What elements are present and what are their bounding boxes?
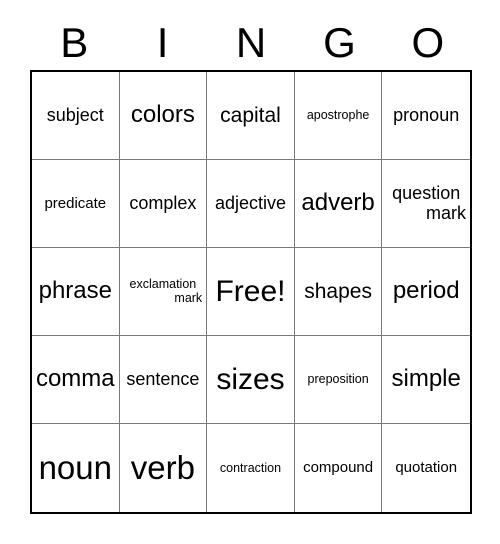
bingo-cell-label: subject	[46, 105, 104, 126]
bingo-cell-preposition[interactable]: preposition	[294, 336, 383, 424]
bingo-cell-label: adverb	[301, 189, 375, 217]
bingo-cell-pronoun[interactable]: pronoun	[382, 72, 470, 160]
bingo-cell-comma[interactable]: comma	[32, 336, 120, 424]
bingo-cell-verb[interactable]: verb	[120, 424, 208, 512]
bingo-cell-label: question mark	[384, 183, 468, 223]
bingo-cell-label: phrase	[38, 277, 112, 305]
bingo-cell-label: comma	[35, 365, 115, 393]
bingo-header-letter-o: O	[411, 19, 445, 66]
bingo-cell-capital[interactable]: capital	[207, 72, 295, 160]
bingo-cell-label: compound	[303, 459, 374, 477]
bingo-cell-question-mark[interactable]: question mark	[382, 160, 470, 248]
bingo-cell-label: period	[392, 277, 460, 305]
bingo-cell-label: predicate	[44, 194, 107, 212]
bingo-cell-label: exclamation mark	[122, 277, 205, 305]
bingo-card: B I N G O subject colors capital apostrophe…	[0, 0, 500, 544]
bingo-cell-label: complex	[129, 193, 197, 214]
bingo-cell-predicate[interactable]: predicate	[32, 160, 120, 248]
bingo-cell-adverb[interactable]: adverb	[294, 160, 383, 248]
bingo-cell-shapes[interactable]: shapes	[294, 248, 383, 336]
bingo-header-letter-i: I	[156, 19, 169, 66]
bingo-header-row: B I N G O	[30, 18, 472, 68]
bingo-cell-label: contraction	[219, 460, 282, 475]
bingo-cell-label: preposition	[307, 372, 369, 386]
bingo-cell-label-line2: mark	[425, 202, 466, 223]
bingo-cell-quotation[interactable]: quotation	[382, 424, 470, 512]
bingo-cell-compound[interactable]: compound	[295, 424, 383, 512]
bingo-cell-contraction[interactable]: contraction	[207, 424, 295, 512]
bingo-header-letter-b: B	[60, 19, 89, 66]
bingo-cell-label: sentence	[126, 369, 200, 390]
bingo-cell-label: simple	[391, 365, 461, 393]
bingo-cell-label-line1: question	[392, 183, 461, 204]
bingo-cell-label: noun	[38, 448, 112, 486]
bingo-cell-label: colors	[130, 101, 195, 129]
bingo-header-letter-g: G	[323, 19, 356, 66]
bingo-cell-exclamation-mark[interactable]: exclamation mark	[119, 248, 208, 336]
bingo-cell-label: shapes	[304, 279, 372, 303]
bingo-cell-label: capital	[220, 103, 281, 127]
bingo-cell-label: Free!	[215, 274, 286, 308]
bingo-cell-sizes[interactable]: sizes	[207, 336, 295, 424]
bingo-cell-free[interactable]: Free!	[207, 248, 295, 336]
bingo-cell-label: adjective	[214, 193, 287, 214]
bingo-cell-period[interactable]: period	[382, 248, 470, 336]
bingo-cell-label: apostrophe	[306, 108, 370, 122]
bingo-grid: subject colors capital apostrophe pronoun pre…	[30, 70, 472, 514]
bingo-cell-simple[interactable]: simple	[382, 336, 470, 424]
bingo-cell-label: quotation	[395, 459, 458, 477]
bingo-cell-sentence[interactable]: sentence	[119, 336, 208, 424]
bingo-cell-adjective[interactable]: adjective	[207, 160, 295, 248]
bingo-cell-apostrophe[interactable]: apostrophe	[294, 72, 383, 160]
bingo-cell-label-line1: exclamation	[129, 277, 197, 291]
bingo-cell-label: pronoun	[393, 105, 460, 126]
bingo-cell-phrase[interactable]: phrase	[32, 248, 120, 336]
bingo-cell-complex[interactable]: complex	[119, 160, 208, 248]
bingo-cell-label-line2: mark	[174, 290, 203, 305]
bingo-cell-label: sizes	[216, 362, 285, 396]
bingo-cell-label: verb	[130, 448, 195, 486]
bingo-cell-noun[interactable]: noun	[32, 424, 120, 512]
bingo-header-letter-n: N	[235, 19, 267, 66]
bingo-cell-colors[interactable]: colors	[119, 72, 208, 160]
bingo-cell-subject[interactable]: subject	[32, 72, 120, 160]
